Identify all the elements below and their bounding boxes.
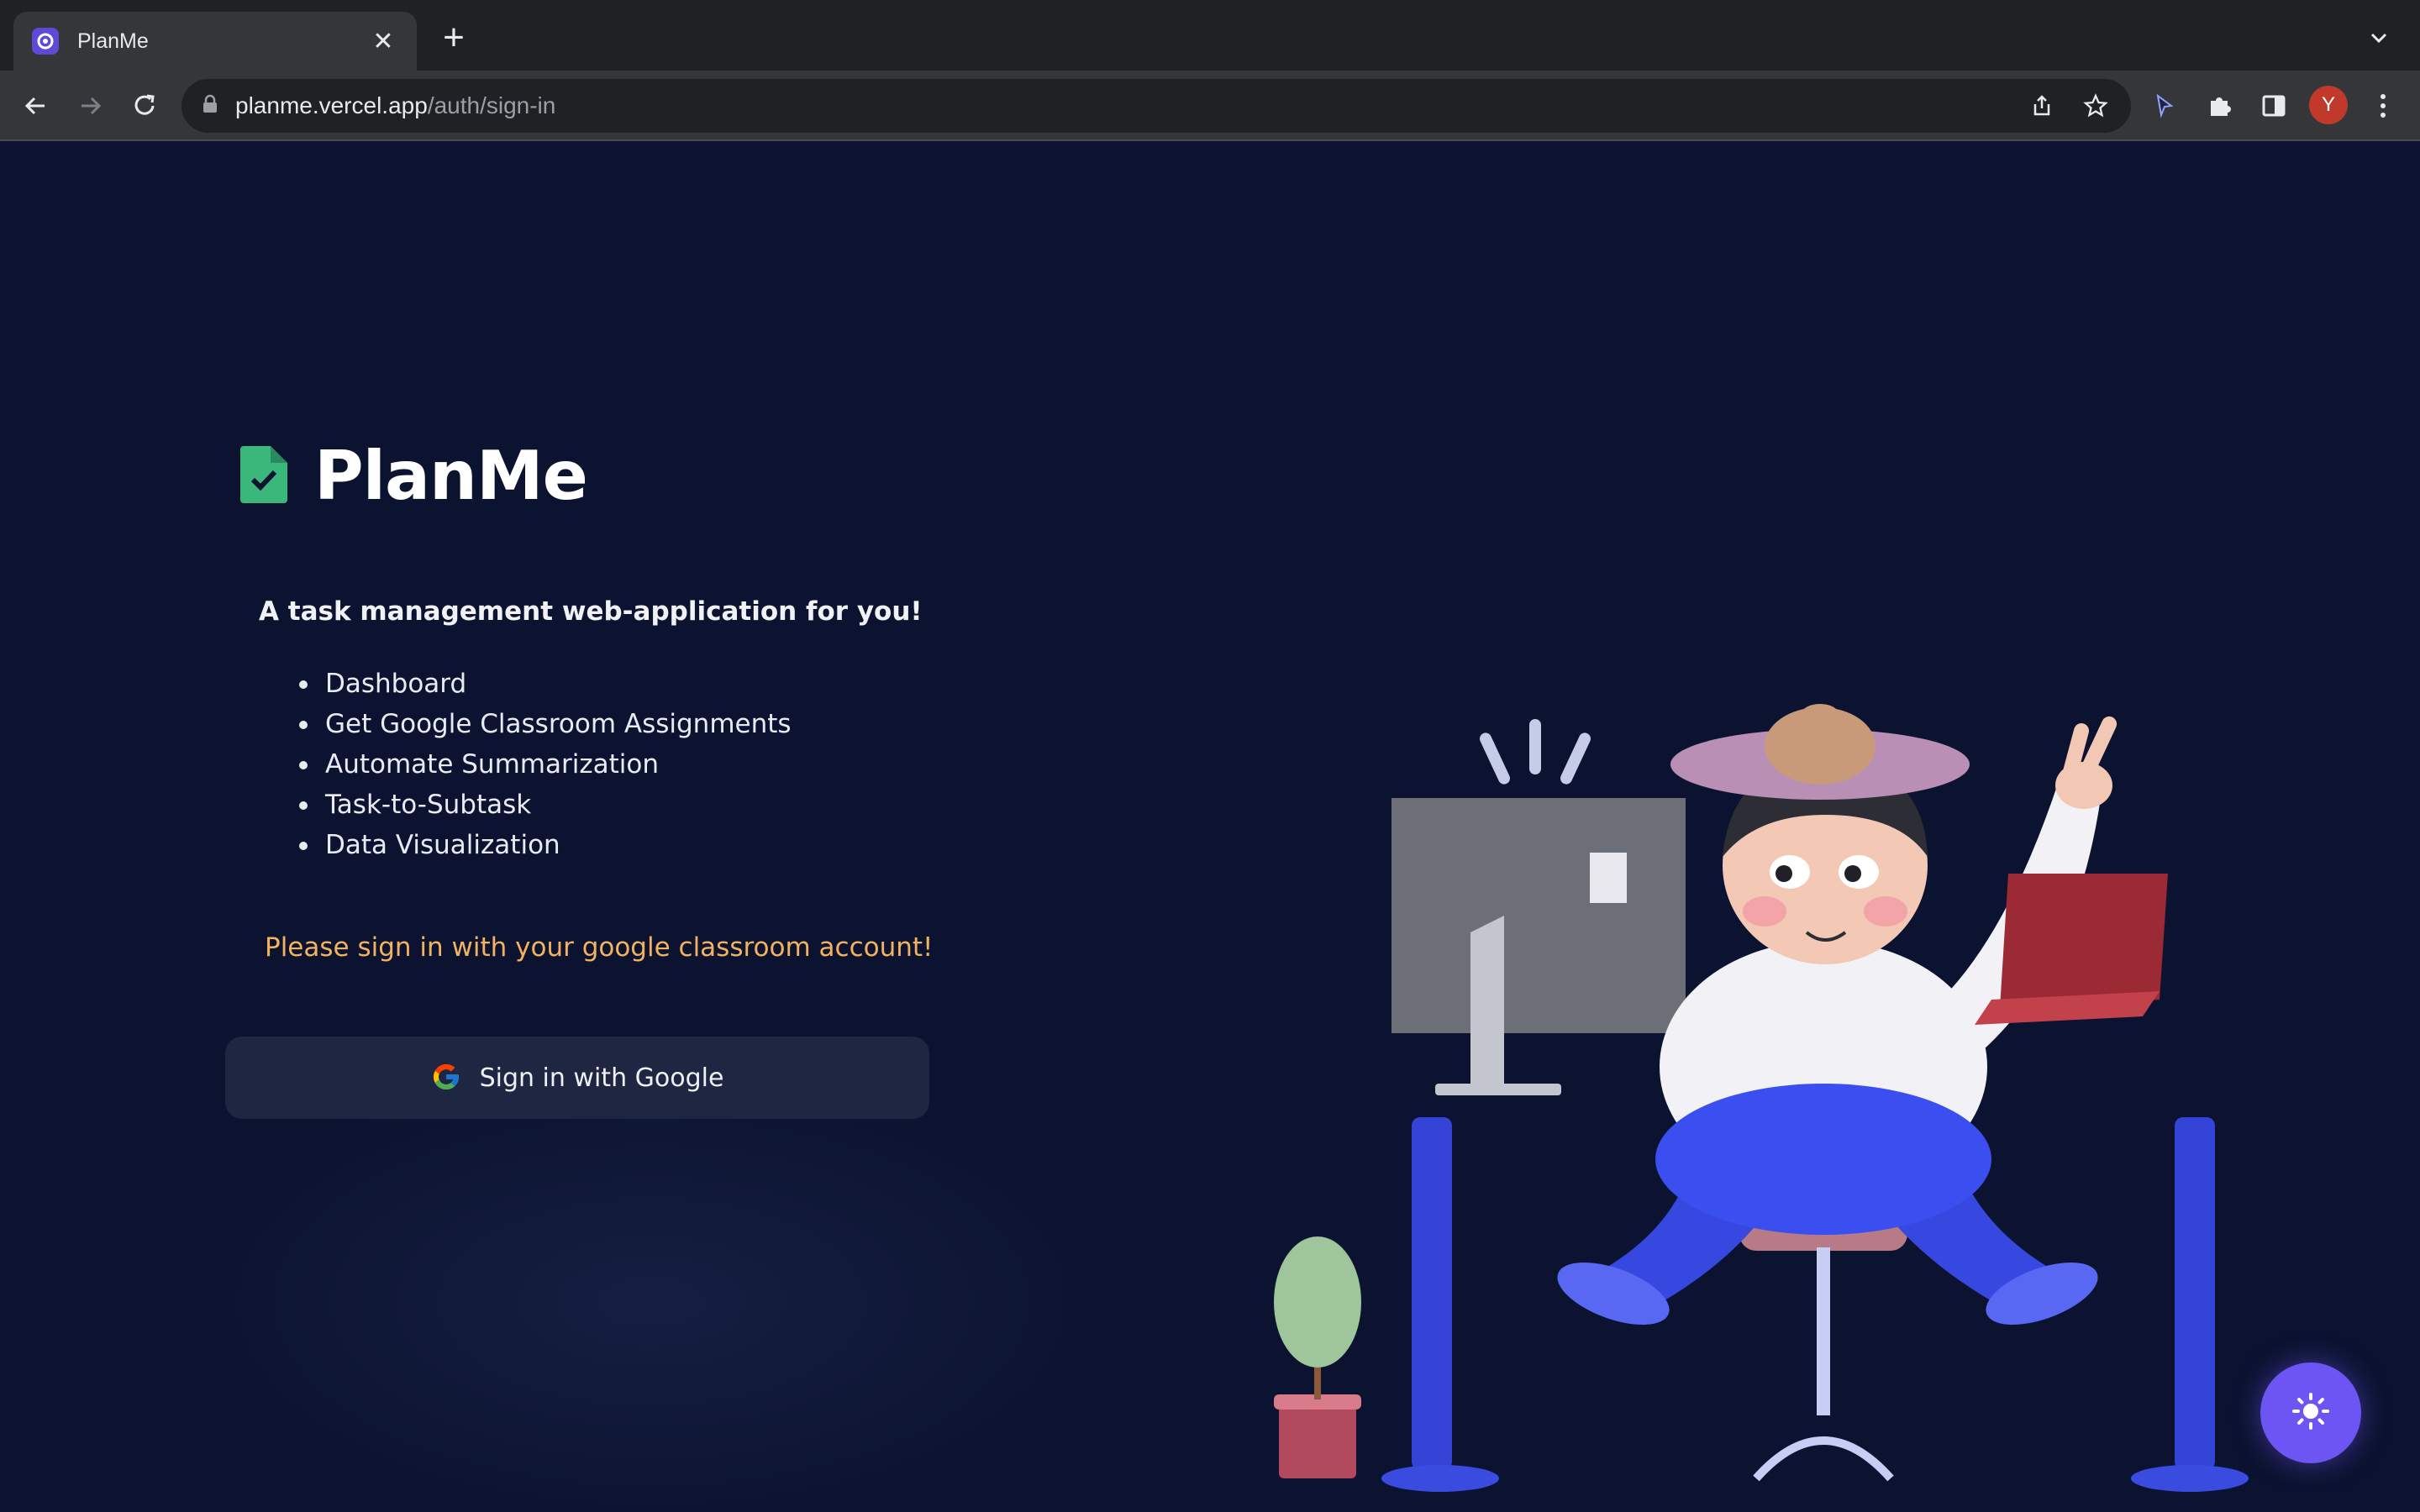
- feature-item: Automate Summarization: [299, 744, 792, 785]
- feature-list: Dashboard Get Google Classroom Assignmen…: [299, 664, 792, 865]
- bookmark-star-icon[interactable]: [2082, 92, 2109, 119]
- extensions-puzzle-icon[interactable]: [2203, 89, 2237, 123]
- side-panel-icon[interactable]: [2257, 89, 2291, 123]
- profile-avatar[interactable]: Y: [2309, 86, 2348, 124]
- feature-item: Get Google Classroom Assignments: [299, 704, 792, 744]
- feature-item: Task-to-Subtask: [299, 785, 792, 825]
- app-tagline: A task management web-application for yo…: [259, 596, 923, 627]
- google-sign-in-button[interactable]: Sign in with Google: [225, 1037, 929, 1119]
- browser-toolbar: planme.vercel.app/auth/sign-in: [0, 71, 2420, 141]
- sign-in-notice: Please sign in with your google classroo…: [265, 932, 934, 963]
- reload-icon[interactable]: [128, 89, 161, 123]
- tab-favicon-icon: [32, 28, 59, 55]
- share-icon[interactable]: [2028, 92, 2055, 119]
- back-icon[interactable]: [18, 89, 52, 123]
- feature-item: Data Visualization: [299, 825, 792, 865]
- theme-toggle-button[interactable]: [2260, 1362, 2361, 1463]
- lock-icon: [202, 94, 218, 118]
- sun-icon: [2292, 1393, 2329, 1433]
- browser-tab-bar: PlanMe ✕ +: [0, 0, 2420, 71]
- new-tab-icon[interactable]: +: [437, 19, 471, 56]
- tab-title: PlanMe: [77, 29, 149, 53]
- tab-list-chevron-icon[interactable]: [2366, 25, 2391, 50]
- extension-cursor-icon[interactable]: [2148, 89, 2181, 123]
- google-sign-in-label: Sign in with Google: [479, 1063, 724, 1093]
- google-icon: [431, 1062, 461, 1095]
- background-glow: [168, 1067, 1134, 1512]
- sign-in-page: PlanMe A task management web-application…: [0, 143, 2420, 1512]
- feature-item: Dashboard: [299, 664, 792, 704]
- workspace-illustration: 680" width="140" height="90" fill="#c4c6…: [1274, 704, 2249, 1492]
- tab-close-icon[interactable]: ✕: [368, 27, 398, 56]
- file-check-icon: [240, 445, 287, 507]
- browser-tab[interactable]: PlanMe ✕: [13, 12, 417, 71]
- app-title: PlanMe: [314, 437, 588, 515]
- brand-header: PlanMe: [240, 437, 588, 515]
- browser-menu-icon[interactable]: [2366, 89, 2400, 123]
- url-text: planme.vercel.app/auth/sign-in: [235, 92, 556, 118]
- forward-icon[interactable]: [74, 89, 108, 123]
- address-bar[interactable]: planme.vercel.app/auth/sign-in: [182, 79, 2131, 133]
